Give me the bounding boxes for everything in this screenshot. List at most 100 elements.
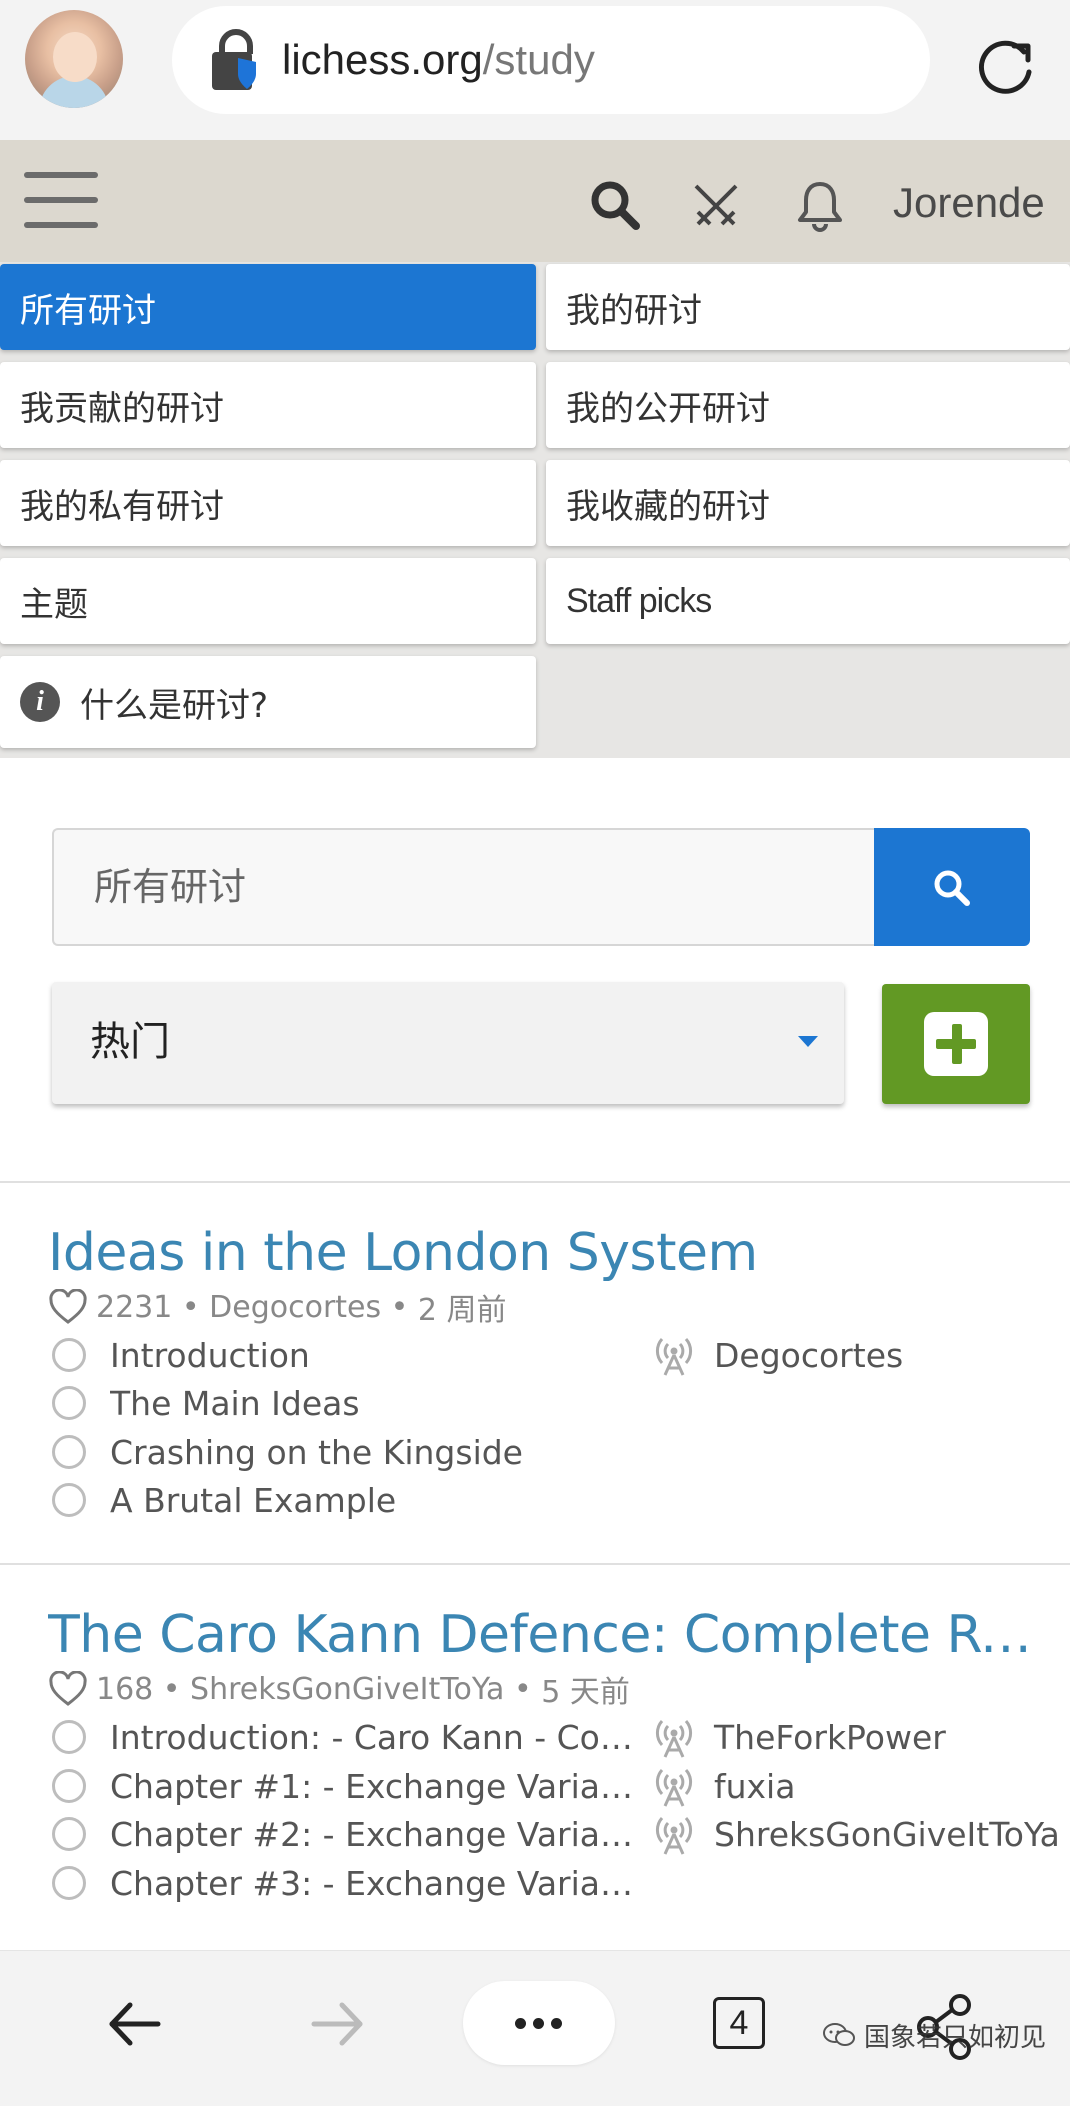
study-meta: 168 • ShreksGonGiveItToYa • 5 天前	[48, 1667, 630, 1711]
study-member[interactable]: TheForkPower	[652, 1713, 946, 1761]
sort-selected-label: 热门	[90, 1019, 170, 1065]
study-search-input[interactable]	[52, 828, 874, 946]
chapter-name: Introduction	[110, 1335, 310, 1375]
chapter-name: Crashing on the Kingside	[110, 1432, 523, 1472]
hamburger-line	[24, 197, 98, 203]
site-header: Jorende	[0, 140, 1070, 262]
menu-item-label: 我的研讨	[566, 290, 702, 331]
watermark-text: 国象若只如初见	[864, 2022, 1047, 2053]
divider	[0, 1181, 1070, 1183]
menu-item-liked-studies[interactable]: 我收藏的研讨	[546, 460, 1070, 546]
search-button[interactable]	[874, 828, 1030, 946]
chapter-name: Chapter #1: - Exchange Variatio...	[110, 1766, 640, 1806]
antenna-icon	[655, 1817, 693, 1855]
tabs-button[interactable]: 4	[713, 1997, 765, 2049]
chapter-circle-icon	[52, 1483, 86, 1517]
chapter-name: Introduction: - Caro Kann - Com...	[110, 1717, 640, 1757]
study-likes: 2231	[96, 1289, 173, 1325]
chapter-item[interactable]: Crashing on the Kingside	[52, 1428, 523, 1476]
more-icon-dot	[515, 2018, 526, 2029]
info-icon: i	[20, 682, 60, 722]
browser-toolbar: lichess.org/study	[0, 0, 1070, 140]
avatar-face	[53, 32, 97, 82]
study-age: 2 周前	[417, 1293, 507, 1328]
menu-item-topics[interactable]: 主题	[0, 558, 536, 644]
chapter-name: Chapter #2: - Exchange Variatio...	[110, 1814, 640, 1854]
back-arrow-icon[interactable]	[100, 1989, 170, 2059]
more-icon-dot	[533, 2018, 544, 2029]
more-icon-dot	[551, 2018, 562, 2029]
meta-separator: •	[381, 1289, 418, 1325]
chat-bubble-icon	[823, 2023, 855, 2046]
menu-item-contributed-studies[interactable]: 我贡献的研讨	[0, 362, 536, 448]
study-age: 5 天前	[541, 1675, 630, 1710]
chapter-circle-icon	[52, 1435, 86, 1469]
study-member[interactable]: Degocortes	[652, 1331, 903, 1379]
bell-icon[interactable]	[792, 178, 848, 234]
menu-item-my-studies[interactable]: 我的研讨	[546, 264, 1070, 350]
lock-icon	[212, 29, 256, 90]
reload-icon[interactable]	[972, 34, 1038, 100]
sort-select[interactable]: 热门	[52, 982, 844, 1104]
menu-item-all-studies[interactable]: 所有研讨	[0, 264, 536, 350]
menu-item-label: 我贡献的研讨	[20, 388, 224, 429]
chapter-item[interactable]: Introduction	[52, 1331, 310, 1379]
antenna-icon	[655, 1720, 693, 1758]
url-text[interactable]: lichess.org/study	[282, 32, 595, 88]
chapter-item[interactable]: The Main Ideas	[52, 1379, 360, 1427]
menu-item-staff-picks[interactable]: Staff picks	[546, 558, 1070, 644]
heart-icon	[49, 1289, 87, 1324]
chapter-circle-icon	[52, 1866, 86, 1900]
username[interactable]: Jorende	[893, 175, 1045, 231]
chapter-item[interactable]: Chapter #3: - Exchange Variatio...	[52, 1859, 640, 1907]
menu-item-label: 所有研讨	[20, 290, 156, 331]
study-meta: 2231 • Degocortes • 2 周前	[48, 1285, 507, 1329]
chapter-circle-icon	[52, 1386, 86, 1420]
watermark: 国象若只如初见	[822, 2015, 1046, 2055]
chapter-circle-icon	[52, 1769, 86, 1803]
heart-icon	[49, 1671, 87, 1706]
url-path: /study	[482, 36, 595, 83]
menu-item-what-is-study[interactable]: i 什么是研讨?	[0, 656, 536, 748]
chapter-item[interactable]: Chapter #1: - Exchange Variatio...	[52, 1762, 640, 1810]
chapter-item[interactable]: A Brutal Example	[52, 1476, 396, 1524]
chapter-item[interactable]: Introduction: - Caro Kann - Com...	[52, 1713, 640, 1761]
chapter-circle-icon	[52, 1817, 86, 1851]
url-domain: lichess.org	[282, 36, 483, 83]
study-member[interactable]: fuxia	[652, 1762, 795, 1810]
study-title[interactable]: Ideas in the London System	[48, 1220, 758, 1286]
search-icon[interactable]	[588, 178, 644, 234]
menu-item-label: 我的公开研讨	[566, 388, 770, 429]
study-owner[interactable]: Degocortes	[209, 1290, 381, 1325]
search-icon	[934, 870, 970, 906]
member-name: Degocortes	[714, 1335, 904, 1375]
menu-item-private-studies[interactable]: 我的私有研讨	[0, 460, 536, 546]
hamburger-line	[24, 172, 98, 178]
meta-separator: •	[504, 1671, 542, 1707]
chapter-name: Chapter #3: - Exchange Variatio...	[110, 1863, 640, 1903]
menu-item-public-studies[interactable]: 我的公开研讨	[546, 362, 1070, 448]
meta-separator: •	[153, 1671, 191, 1707]
study-category-menu: 所有研讨 我的研讨 我贡献的研讨 我的公开研讨 我的私有研讨 我收藏的研讨 主题…	[0, 262, 1070, 758]
more-menu-button[interactable]	[463, 1981, 615, 2065]
crossed-swords-icon[interactable]	[688, 178, 744, 234]
forward-arrow-icon[interactable]	[302, 1989, 372, 2059]
hamburger-menu-icon[interactable]	[24, 172, 98, 228]
plus-icon	[924, 1012, 988, 1076]
chapter-item[interactable]: Chapter #2: - Exchange Variatio...	[52, 1810, 640, 1858]
meta-separator: •	[172, 1289, 210, 1325]
menu-item-label: 主题	[20, 584, 88, 625]
antenna-icon	[655, 1338, 693, 1376]
study-owner[interactable]: ShreksGonGiveItToYa	[190, 1672, 504, 1707]
study-member[interactable]: ShreksGonGiveItToYa	[652, 1810, 1060, 1858]
menu-item-label: Staff picks	[566, 581, 712, 620]
chapter-name: A Brutal Example	[110, 1480, 397, 1520]
hamburger-line	[24, 222, 98, 228]
profile-avatar[interactable]	[25, 10, 123, 108]
caret-down-icon	[798, 1036, 818, 1047]
study-title[interactable]: The Caro Kann Defence: Complete Rep...	[48, 1602, 1038, 1668]
chapter-name: The Main Ideas	[110, 1383, 360, 1423]
antenna-icon	[655, 1769, 693, 1807]
new-study-button[interactable]	[882, 984, 1030, 1104]
member-name: fuxia	[714, 1766, 796, 1806]
